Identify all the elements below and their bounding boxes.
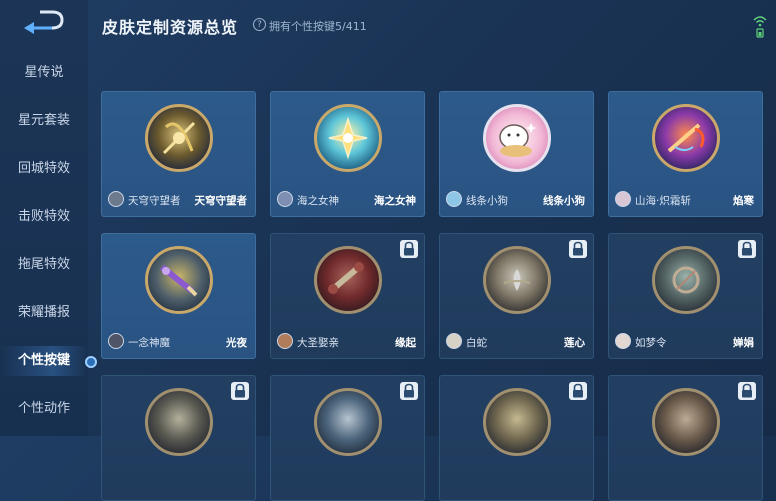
skin-card[interactable]: 天穹守望者 天穹守望者 xyxy=(101,91,256,217)
avatar xyxy=(446,333,462,349)
skin-card[interactable]: 如梦令 婵娟 xyxy=(608,233,763,359)
red-scroll-icon xyxy=(314,246,382,314)
skin-card[interactable] xyxy=(439,375,594,501)
skin-name: 焰寒 xyxy=(733,195,754,207)
flame-blade-icon xyxy=(652,104,720,172)
skin-card[interactable]: 大圣娶亲 缘起 xyxy=(270,233,425,359)
lock-icon xyxy=(231,382,249,400)
skin-name: 天穹守望者 xyxy=(194,195,248,207)
wifi-icon xyxy=(753,16,767,38)
page-title: 皮肤定制资源总览 xyxy=(102,18,239,37)
gold-orb-icon xyxy=(483,388,551,456)
sidebar-item-trail-effect[interactable]: 拖尾特效 xyxy=(0,250,88,280)
golden-bow-icon xyxy=(145,104,213,172)
avatar xyxy=(615,191,631,207)
lock-icon xyxy=(738,240,756,258)
owner-name: 线条小狗 xyxy=(466,195,508,207)
skin-name: 莲心 xyxy=(564,337,585,349)
skin-card[interactable] xyxy=(608,375,763,501)
moon-sigil-icon xyxy=(652,246,720,314)
status-indicator xyxy=(752,14,768,38)
avatar xyxy=(108,333,124,349)
skin-name: 海之女神 xyxy=(374,195,416,207)
skin-name: 婵娟 xyxy=(733,337,754,349)
avatar xyxy=(108,191,124,207)
avatar xyxy=(277,191,293,207)
feather-icon xyxy=(314,388,382,456)
owner-name: 海之女神 xyxy=(297,195,339,207)
sidebar-item-custom-buttons[interactable]: 个性按键 xyxy=(0,346,88,376)
sidebar-item-star-legend[interactable]: 星传说 xyxy=(0,58,88,88)
owner-name: 山海·炽霜斩 xyxy=(635,195,691,207)
bow-icon xyxy=(145,388,213,456)
owned-count: 拥有个性按键5/411 xyxy=(269,20,367,33)
avatar xyxy=(277,333,293,349)
skin-card[interactable]: 山海·炽霜斩 焰寒 xyxy=(608,91,763,217)
owner-name: 大圣娶亲 xyxy=(297,337,339,349)
avatar xyxy=(615,333,631,349)
owner-name: 一念神魔 xyxy=(128,337,170,349)
sidebar-item-glory-broadcast[interactable]: 荣耀播报 xyxy=(0,298,88,328)
owner-name: 白蛇 xyxy=(466,337,487,349)
lock-icon xyxy=(738,382,756,400)
help-icon[interactable]: ? xyxy=(253,18,266,31)
owner-name: 如梦令 xyxy=(635,337,667,349)
lotus-flower-icon xyxy=(314,104,382,172)
skin-card[interactable]: 线条小狗 线条小狗 xyxy=(439,91,594,217)
white-lotus-icon xyxy=(483,246,551,314)
active-indicator xyxy=(85,356,97,368)
skin-card[interactable] xyxy=(101,375,256,501)
lock-icon xyxy=(569,240,587,258)
sidebar-item-kill-effect[interactable]: 击败特效 xyxy=(0,202,88,232)
skin-card[interactable]: 海之女神 海之女神 xyxy=(270,91,425,217)
back-arrow-icon xyxy=(24,10,64,34)
skin-card[interactable]: 白蛇 莲心 xyxy=(439,233,594,359)
lock-icon xyxy=(400,240,418,258)
sidebar-item-recall-effect[interactable]: 回城特效 xyxy=(0,154,88,184)
lock-icon xyxy=(569,382,587,400)
purple-weapon-icon xyxy=(145,246,213,314)
beast-icon xyxy=(652,388,720,456)
back-button[interactable] xyxy=(22,8,66,34)
skin-card[interactable]: 一念神魔 光夜 xyxy=(101,233,256,359)
line-puppy-icon xyxy=(483,104,551,172)
skin-card[interactable] xyxy=(270,375,425,501)
avatar xyxy=(446,191,462,207)
skin-name: 光夜 xyxy=(226,337,247,349)
skin-name: 缘起 xyxy=(395,337,416,349)
skin-name: 线条小狗 xyxy=(543,195,585,207)
owner-name: 天穹守望者 xyxy=(128,195,181,207)
lock-icon xyxy=(400,382,418,400)
sidebar-item-custom-actions[interactable]: 个性动作 xyxy=(0,394,88,424)
sidebar-item-star-suit[interactable]: 星元套装 xyxy=(0,106,88,136)
sidebar: 星传说 星元套装 回城特效 击败特效 拖尾特效 荣耀播报 个性按键 个性动作 xyxy=(0,0,88,436)
